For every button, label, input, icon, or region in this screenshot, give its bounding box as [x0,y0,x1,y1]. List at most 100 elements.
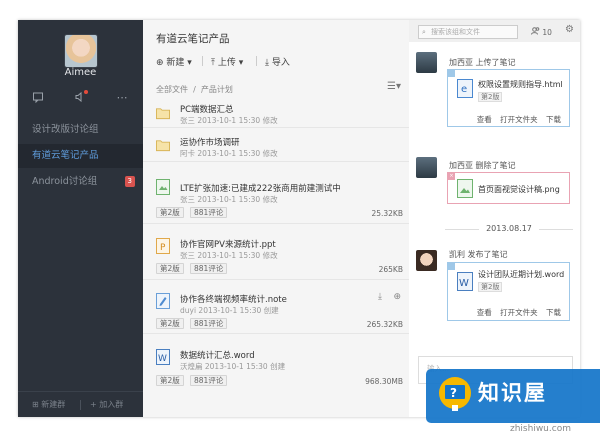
svg-text:W: W [158,354,167,364]
divider [256,56,257,66]
open-folder-link[interactable]: 打开文件夹 [500,115,538,124]
activity-text: 凯利 发布了笔记 [449,250,508,259]
file-meta: 张三 2013-10-1 15:30 修改 [180,116,278,125]
group-label: Android讨论组 [32,176,98,187]
date-divider: 2013.08.17 [445,224,573,234]
view-toggle-icon[interactable]: ☰▾ [387,81,401,92]
new-group-label: 新建群 [41,400,66,409]
file-card[interactable]: e 权限设置规则指导.html 第2版 查看 打开文件夹 下载 [447,69,570,127]
comment-count-tag[interactable]: 881评论 [190,263,228,274]
card-file-name[interactable]: 首页面视觉设计稿.png [478,184,560,195]
breadcrumb-root[interactable]: 全部文件 [156,85,188,94]
sidebar-footer: ⊞ 新建群 + 加入群 [18,391,143,417]
brand-logo-icon: ? [439,377,471,411]
divider [80,400,81,410]
file-size: 265KB [378,265,403,274]
members-icon [531,27,540,35]
version-tag[interactable]: 第2版 [156,375,184,386]
activity-text: 加西亚 删除了笔记 [449,161,516,170]
more-icon[interactable]: ⋯ [115,91,129,105]
divider [539,229,573,230]
file-meta: 张三 2013-10-1 15:30 修改 [180,195,278,204]
avatar[interactable] [64,34,98,68]
card-corner: × [448,173,455,180]
file-name[interactable]: 运协作市场调研 [180,136,240,148]
svg-text:e: e [461,84,467,95]
avatar[interactable] [416,52,437,73]
avatar[interactable] [416,157,437,178]
open-folder-link[interactable]: 打开文件夹 [500,308,538,317]
view-link[interactable]: 查看 [477,115,492,124]
file-name[interactable]: PC端数据汇总 [180,103,234,115]
group-label: 设计改版讨论组 [32,124,99,135]
share-icon[interactable]: ⊕ [393,292,401,302]
file-name[interactable]: 协作官网PV来源统计.ppt [180,238,276,250]
upload-button[interactable]: ⤒ 上传 ▾ [211,55,243,68]
html-file-icon: e [457,79,473,98]
file-name[interactable]: 数据统计汇总.word [180,349,255,361]
version-tag: 第2版 [478,282,503,292]
file-name[interactable]: LTE扩张加速:已建成222张商用前建测试中 [180,182,341,194]
comment-count-tag[interactable]: 881评论 [190,318,228,329]
sidebar-item-android-group[interactable]: Android讨论组 3 [18,170,143,194]
divider [202,56,203,66]
table-row[interactable]: W 数据统计汇总.word 沃煌扁 2013-10-1 15:30 创建 第2版… [143,340,409,390]
new-group-button[interactable]: ⊞ 新建群 [32,399,65,410]
card-file-name[interactable]: 权限设置规则指导.html [478,79,563,90]
member-count[interactable]: 10 [531,27,552,37]
image-file-icon [457,179,473,198]
view-link[interactable]: 查看 [477,308,492,317]
table-row[interactable]: LTE扩张加速:已建成222张商用前建测试中 张三 2013-10-1 15:3… [143,174,409,224]
new-label: 新建 [166,58,185,68]
card-actions: 查看 打开文件夹 下载 [471,307,561,318]
join-group-label: 加入群 [99,400,124,409]
comment-count-tag[interactable]: 881评论 [190,207,228,218]
table-row[interactable]: PC端数据汇总 张三 2013-10-1 15:30 修改 [143,98,409,128]
version-tag: 第2版 [478,92,503,102]
join-group-button[interactable]: + 加入群 [90,399,123,410]
search-input[interactable]: ⌕ 搜索该组和文件 [418,25,518,39]
activity-panel: ⌕ 搜索该组和文件 10 ⚙ 加西亚 上传了笔记 e 权限设置规则指导.html… [409,20,580,417]
panel-topbar: ⌕ 搜索该组和文件 10 ⚙ [409,20,580,42]
table-row[interactable]: P 协作官网PV来源统计.ppt 张三 2013-10-1 15:30 修改 第… [143,230,409,280]
unread-badge: 3 [124,176,135,187]
import-button[interactable]: ⤓ 导入 [265,55,290,68]
download-icon[interactable]: ⤓ [378,292,382,302]
version-tag[interactable]: 第2版 [156,318,184,329]
activity-text: 加西亚 上传了笔记 [449,58,516,67]
comment-count-tag[interactable]: 881评论 [190,375,228,386]
new-button[interactable]: ⊕ 新建 ▾ [156,55,192,68]
gear-icon[interactable]: ⚙ [565,24,574,35]
table-row[interactable]: 协作各终端视频率统计.note duyi 2013-10-1 15:30 创建 … [143,284,409,334]
card-actions: 查看 打开文件夹 下载 [471,114,561,125]
brand-url: zhishiwu.com [510,424,571,434]
message-icon[interactable] [31,91,45,105]
svg-text:P: P [160,243,166,253]
import-label: 导入 [271,58,290,68]
svg-text:?: ? [450,386,457,400]
download-link[interactable]: 下载 [546,115,561,124]
table-row[interactable]: 运协作市场调研 阿卡 2013-10-1 15:30 修改 [143,128,409,162]
speaker-icon[interactable] [73,90,88,105]
file-card[interactable]: × 首页面视觉设计稿.png [447,172,570,204]
file-size: 25.32KB [371,209,403,218]
avatar[interactable] [416,250,437,271]
file-size: 265.32KB [366,320,403,329]
card-file-name[interactable]: 设计团队近期计划.word [478,269,564,280]
card-corner [448,70,455,77]
row-actions: ⤓ ⊕ [378,292,401,302]
breadcrumb-separator: / [193,85,196,94]
page-title: 有道云笔记产品 [156,33,230,45]
file-list-pane: 有道云笔记产品 ⊕ 新建 ▾ ⤒ 上传 ▾ ⤓ 导入 全部文件 / 产品计划 ☰… [143,20,409,417]
file-name[interactable]: 协作各终端视频率统计.note [180,293,287,305]
version-tag[interactable]: 第2版 [156,207,184,218]
brand-watermark: ? 知识屋 [426,369,600,423]
file-card[interactable]: W 设计团队近期计划.word 第2版 查看 打开文件夹 下载 [447,262,570,321]
sidebar-item-design-group[interactable]: 设计改版讨论组 [18,118,143,142]
word-file-icon: W [457,272,473,291]
app-window: Aimee ⋯ 设计改版讨论组 有道云笔记产品 Android讨论组 3 ⊞ 新… [18,20,580,417]
download-link[interactable]: 下载 [546,308,561,317]
notification-dot [84,90,88,94]
version-tag[interactable]: 第2版 [156,263,184,274]
sidebar-item-youdao-note-product[interactable]: 有道云笔记产品 [18,144,143,168]
